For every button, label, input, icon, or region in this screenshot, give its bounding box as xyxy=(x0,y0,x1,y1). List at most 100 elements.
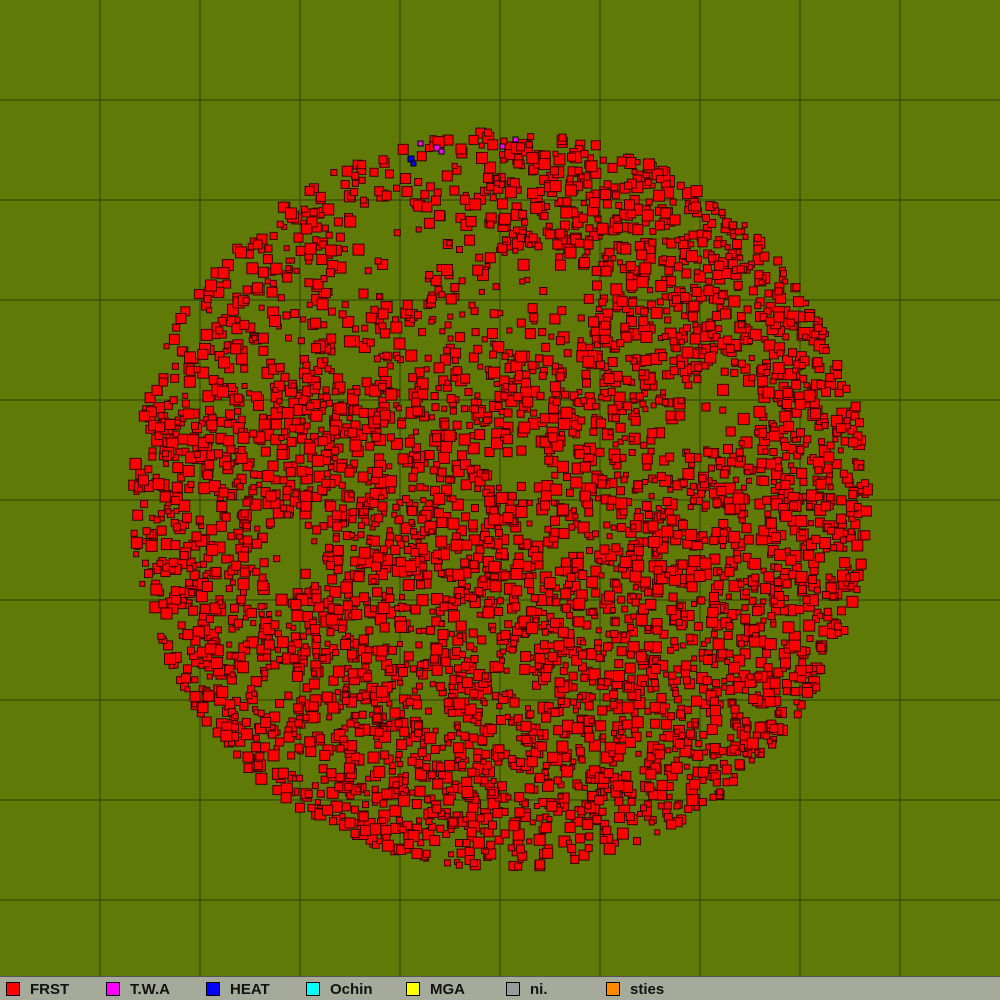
frst-unit xyxy=(701,213,710,222)
frst-unit xyxy=(821,591,830,599)
map-canvas[interactable] xyxy=(0,0,1000,976)
frst-unit xyxy=(427,770,436,779)
frst-unit xyxy=(541,672,552,683)
frst-unit xyxy=(737,321,745,329)
frst-unit xyxy=(833,370,842,379)
frst-unit xyxy=(203,690,215,702)
frst-unit xyxy=(578,756,586,764)
frst-unit xyxy=(429,414,436,421)
frst-unit xyxy=(447,335,454,342)
frst-unit xyxy=(716,568,723,575)
frst-unit xyxy=(616,339,625,348)
frst-unit xyxy=(395,405,402,412)
frst-unit xyxy=(221,554,231,564)
frst-unit xyxy=(663,801,672,810)
frst-unit xyxy=(534,772,545,783)
frst-unit xyxy=(617,595,626,604)
frst-unit xyxy=(555,228,566,239)
faction-legend: FRST T.W.A HEAT Ochin MGA ni. sties xyxy=(0,976,1000,1000)
frst-unit xyxy=(679,479,688,488)
frst-unit xyxy=(500,829,510,839)
frst-unit xyxy=(223,341,231,349)
frst-unit xyxy=(214,449,223,459)
frst-unit xyxy=(454,724,461,731)
frst-unit xyxy=(543,577,556,589)
frst-unit xyxy=(621,770,632,781)
frst-unit xyxy=(239,567,250,578)
frst-unit xyxy=(825,373,835,382)
frst-unit xyxy=(420,190,430,200)
frst-unit xyxy=(229,671,236,678)
frst-unit xyxy=(632,224,644,236)
frst-unit xyxy=(500,629,511,640)
frst-unit xyxy=(262,254,273,265)
frst-unit xyxy=(693,621,703,631)
frst-unit xyxy=(499,657,505,664)
frst-unit xyxy=(486,220,495,229)
frst-unit xyxy=(624,682,632,691)
frst-unit xyxy=(368,823,381,836)
frst-unit xyxy=(255,772,268,785)
frst-unit xyxy=(524,783,535,794)
frst-unit xyxy=(242,640,250,648)
frst-unit xyxy=(633,837,641,846)
frst-unit xyxy=(849,572,860,582)
frst-unit xyxy=(576,694,583,701)
frst-unit xyxy=(246,390,253,397)
frst-unit xyxy=(486,182,495,191)
frst-unit xyxy=(320,401,328,409)
frst-unit xyxy=(580,200,587,206)
frst-unit xyxy=(222,279,232,289)
frst-unit xyxy=(599,544,610,555)
frst-unit xyxy=(701,402,711,412)
frst-unit xyxy=(436,762,446,772)
frst-unit xyxy=(509,697,520,708)
frst-unit xyxy=(432,804,442,814)
frst-unit xyxy=(526,622,539,635)
frst-unit xyxy=(397,453,409,465)
frst-unit xyxy=(674,738,685,749)
frst-unit xyxy=(306,402,315,411)
frst-unit xyxy=(555,336,565,346)
frst-unit xyxy=(217,385,229,398)
frst-unit xyxy=(746,673,754,681)
frst-unit xyxy=(445,568,454,577)
frst-unit xyxy=(647,520,659,532)
frst-unit xyxy=(473,775,482,784)
frst-unit xyxy=(579,490,591,502)
frst-unit xyxy=(181,399,190,408)
frst-unit xyxy=(620,322,630,332)
frst-unit xyxy=(614,796,624,806)
frst-unit xyxy=(656,779,668,791)
frst-unit xyxy=(365,312,377,324)
frst-unit xyxy=(573,616,585,628)
frst-unit xyxy=(371,561,381,572)
frst-unit xyxy=(564,821,576,833)
frst-unit xyxy=(583,239,594,250)
frst-unit xyxy=(669,366,679,376)
frst-unit xyxy=(655,396,664,405)
frst-unit xyxy=(633,480,643,490)
frst-unit xyxy=(600,733,607,740)
frst-unit xyxy=(603,678,612,687)
frst-unit xyxy=(625,812,635,822)
frst-unit xyxy=(832,360,843,370)
frst-unit xyxy=(707,606,719,618)
frst-unit xyxy=(447,732,456,740)
frst-unit xyxy=(325,613,338,626)
frst-unit xyxy=(515,506,528,518)
frst-unit xyxy=(699,776,707,784)
frst-unit xyxy=(827,484,834,491)
frst-unit xyxy=(489,194,497,202)
frst-unit xyxy=(767,612,776,620)
frst-unit xyxy=(216,377,224,385)
frst-unit xyxy=(388,486,396,494)
frst-unit xyxy=(497,198,508,210)
frst-unit xyxy=(749,557,762,570)
frst-unit xyxy=(687,311,698,322)
frst-unit xyxy=(341,802,351,812)
frst-unit xyxy=(591,265,602,276)
frst-unit xyxy=(376,645,388,657)
frst-unit xyxy=(203,295,212,304)
game-map[interactable] xyxy=(0,0,1000,976)
